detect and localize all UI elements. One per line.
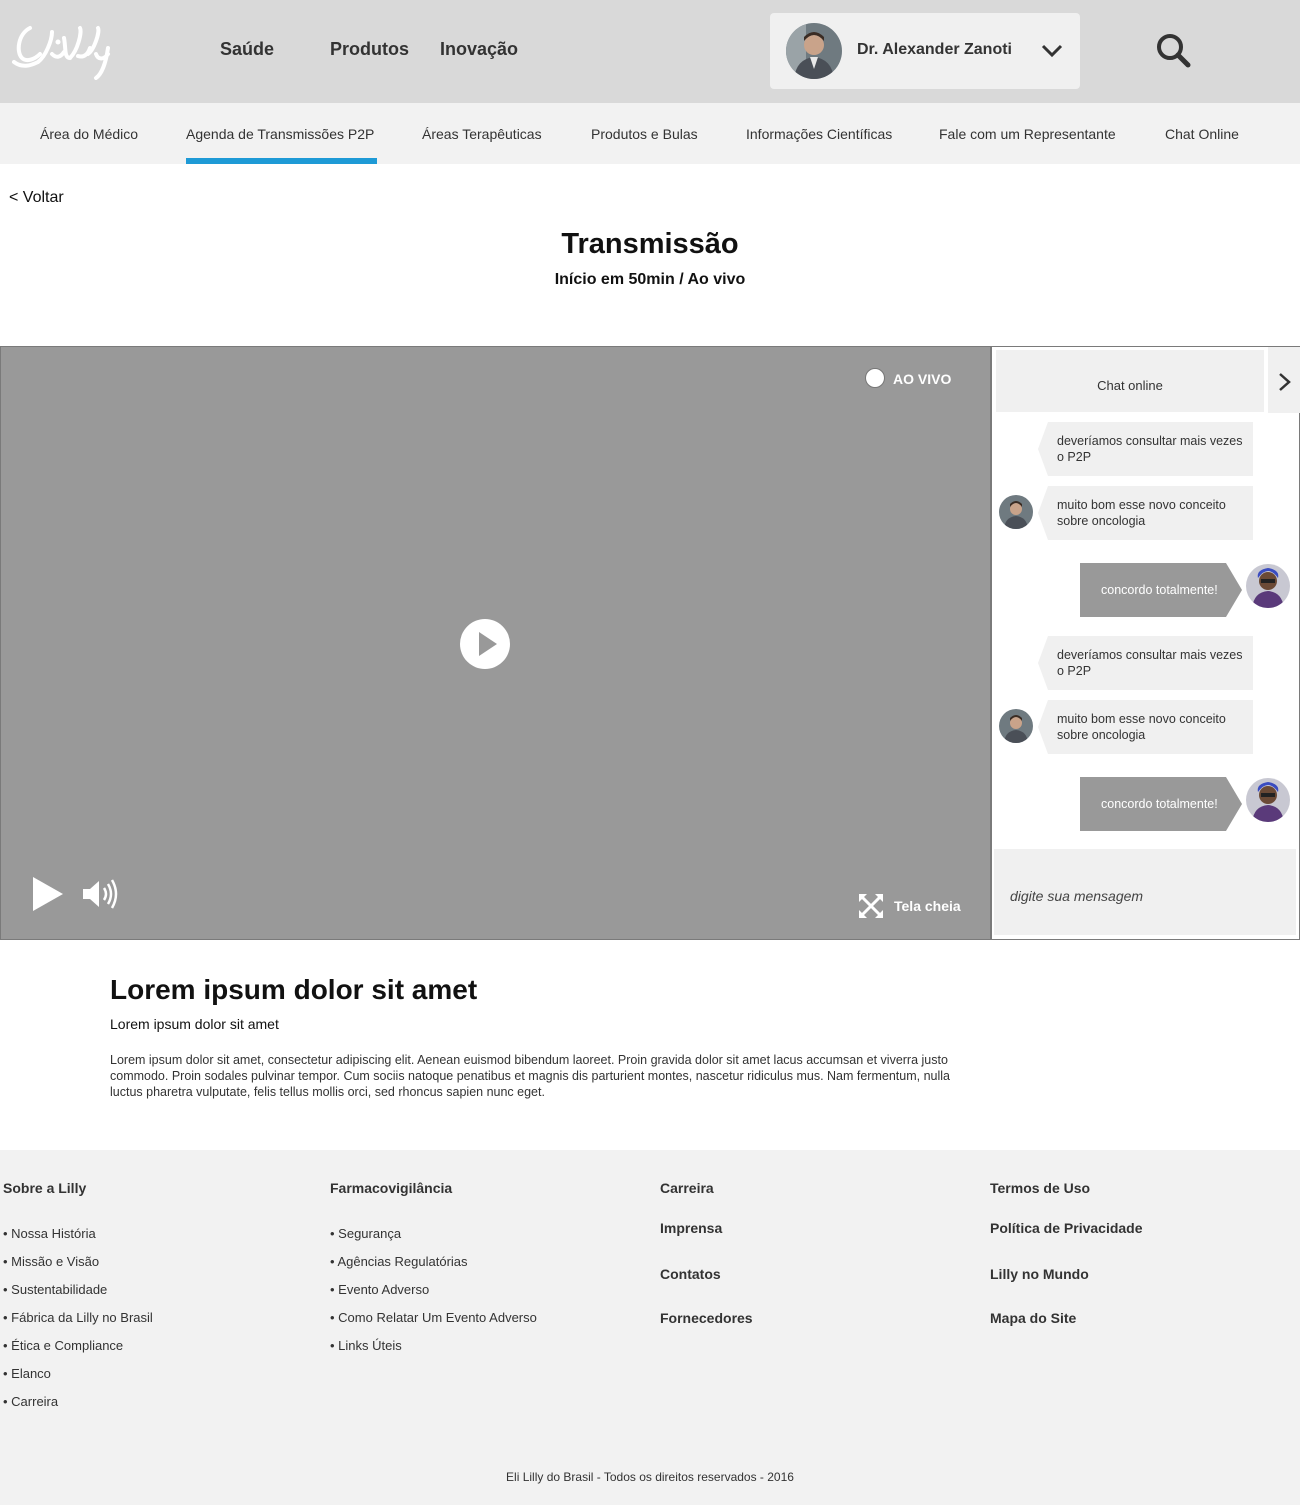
footer-heading-sobre[interactable]: Sobre a Lilly: [3, 1180, 86, 1196]
copyright: Eli Lilly do Brasil - Todos os direitos …: [506, 1470, 794, 1484]
user-name: Dr. Alexander Zanoti: [857, 41, 1012, 58]
footer-link[interactable]: • Carreira: [3, 1394, 58, 1409]
chat-message-input[interactable]: [994, 849, 1296, 935]
user-avatar: [786, 23, 842, 79]
chevron-down-icon[interactable]: [1040, 41, 1064, 61]
chat-avatar: [1246, 564, 1290, 608]
user-menu[interactable]: Dr. Alexander Zanoti: [770, 13, 1080, 89]
nav-produtos[interactable]: Produtos: [330, 39, 409, 60]
chat-message: deveríamos consultar mais vezes o P2P: [1038, 422, 1253, 476]
footer-link[interactable]: • Agências Regulatórias: [330, 1254, 468, 1269]
chat-message: muito bom esse novo conceito sobre oncol…: [1038, 486, 1253, 540]
footer-link[interactable]: • Nossa História: [3, 1226, 96, 1241]
footer-link-mapa-do-site[interactable]: Mapa do Site: [990, 1310, 1076, 1326]
footer-link[interactable]: • Fábrica da Lilly no Brasil: [3, 1310, 153, 1325]
footer-link[interactable]: • Como Relatar Um Evento Adverso: [330, 1310, 537, 1325]
chat-message: deveríamos consultar mais vezes o P2P: [1038, 636, 1253, 690]
footer-link-fornecedores[interactable]: Fornecedores: [660, 1310, 753, 1326]
footer-link[interactable]: • Missão e Visão: [3, 1254, 99, 1269]
footer-link[interactable]: • Sustentabilidade: [3, 1282, 107, 1297]
chat-avatar: [999, 495, 1033, 529]
footer-link-carreira[interactable]: Carreira: [660, 1180, 714, 1196]
chat-message-own: concordo totalmente!: [1080, 563, 1242, 617]
nav-saude[interactable]: Saúde: [220, 39, 274, 60]
footer-link-imprensa[interactable]: Imprensa: [660, 1220, 722, 1236]
subnav-agenda-transmissoes[interactable]: Agenda de Transmissões P2P: [186, 126, 374, 142]
back-link[interactable]: < Voltar: [9, 189, 64, 207]
subnav-produtos-bulas[interactable]: Produtos e Bulas: [591, 126, 698, 142]
content-body: Lorem ipsum dolor sit amet, consectetur …: [110, 1053, 950, 1099]
footer-link-lilly-no-mundo[interactable]: Lilly no Mundo: [990, 1266, 1089, 1282]
content-title: Lorem ipsum dolor sit amet: [110, 974, 478, 1005]
chat-avatar: [1246, 778, 1290, 822]
fullscreen-icon[interactable]: [858, 893, 884, 919]
play-icon[interactable]: [460, 619, 510, 669]
play-button-icon[interactable]: [31, 877, 65, 911]
nav-inovacao[interactable]: Inovação: [440, 39, 518, 60]
search-icon[interactable]: [1155, 32, 1191, 68]
subnav-area-do-medico[interactable]: Área do Médico: [40, 126, 138, 142]
video-player[interactable]: AO VIVO Tela cheia: [0, 346, 991, 940]
footer: [0, 1150, 1300, 1505]
chat-avatar: [999, 709, 1033, 743]
page-subtitle: Início em 50min / Ao vivo: [554, 271, 746, 288]
footer-heading-farmacovigilancia[interactable]: Farmacovigilância: [330, 1180, 452, 1196]
footer-link-contatos[interactable]: Contatos: [660, 1266, 721, 1282]
subnav-fale-representante[interactable]: Fale com um Representante: [939, 126, 1116, 142]
subnav-chat-online[interactable]: Chat Online: [1165, 126, 1239, 142]
footer-link[interactable]: • Elanco: [3, 1366, 51, 1381]
footer-link[interactable]: • Segurança: [330, 1226, 401, 1241]
footer-link-privacidade[interactable]: Política de Privacidade: [990, 1220, 1143, 1236]
chevron-right-icon: [1279, 373, 1291, 391]
live-label: AO VIVO: [893, 371, 952, 387]
lilly-logo[interactable]: [8, 18, 118, 80]
footer-link[interactable]: • Ética e Compliance: [3, 1338, 123, 1353]
chat-header: Chat online: [996, 350, 1264, 412]
footer-link[interactable]: • Evento Adverso: [330, 1282, 429, 1297]
chat-message-own: concordo totalmente!: [1080, 777, 1242, 831]
subnav-informacoes-cientificas[interactable]: Informações Científicas: [746, 126, 892, 142]
chat-collapse-button[interactable]: [1268, 347, 1300, 413]
live-indicator: [865, 368, 885, 388]
content-subtitle: Lorem ipsum dolor sit amet: [110, 1016, 279, 1032]
footer-link-termos[interactable]: Termos de Uso: [990, 1180, 1090, 1196]
top-header: Saúde Produtos Inovação Dr. Alexander Za…: [0, 0, 1300, 103]
volume-icon[interactable]: [81, 879, 119, 909]
chat-title: Chat online: [1097, 378, 1163, 393]
footer-link[interactable]: • Links Úteis: [330, 1338, 402, 1353]
secondary-nav: Área do Médico Agenda de Transmissões P2…: [0, 103, 1300, 164]
page-title: Transmissão: [561, 228, 739, 260]
chat-message: muito bom esse novo conceito sobre oncol…: [1038, 700, 1253, 754]
fullscreen-label[interactable]: Tela cheia: [894, 898, 961, 914]
subnav-areas-terapeuticas[interactable]: Áreas Terapêuticas: [422, 126, 542, 142]
active-tab-indicator: [186, 158, 377, 164]
